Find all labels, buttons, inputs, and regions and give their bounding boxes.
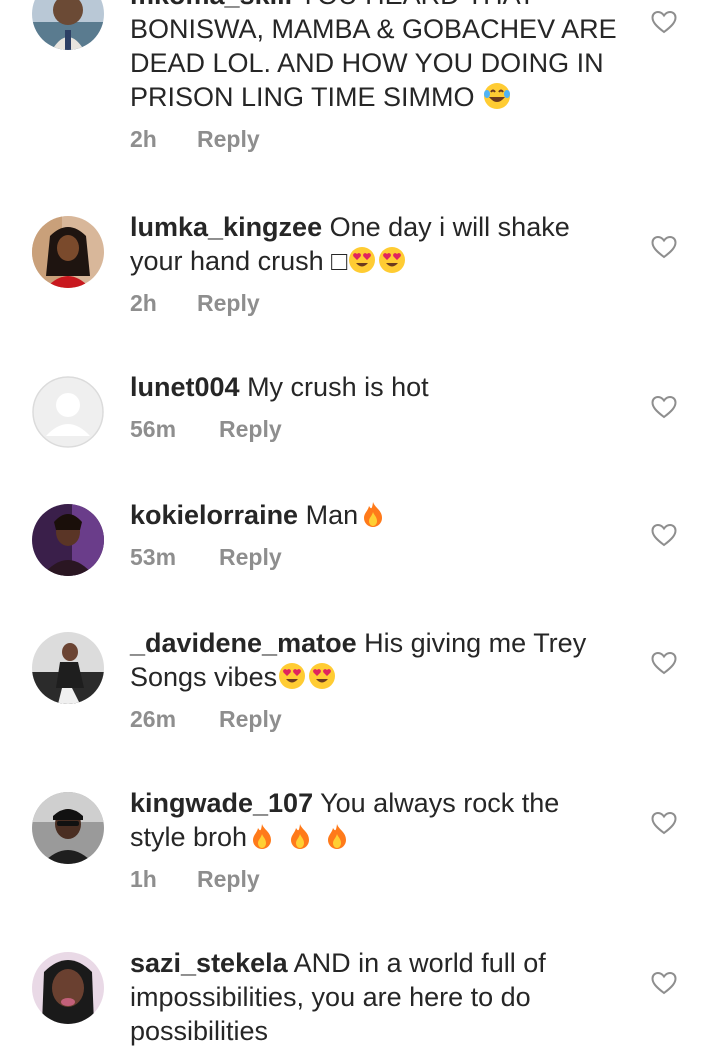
avatar[interactable] xyxy=(32,504,104,576)
comment-message: My crush is hot xyxy=(247,372,429,402)
comment-username[interactable]: sazi_stekela xyxy=(130,948,288,978)
comment-username[interactable]: kingwade_107 xyxy=(130,788,313,818)
reply-button[interactable]: Reply xyxy=(219,416,282,443)
comment-time: 53m xyxy=(130,544,177,570)
avatar[interactable] xyxy=(32,216,104,288)
fire-emoji-icon xyxy=(286,822,314,850)
comment-text: kingwade_107 You always rock the style b… xyxy=(130,786,620,854)
comment-username[interactable]: kokielorraine xyxy=(130,500,298,530)
comment-time: 2h xyxy=(130,290,157,316)
comment-time: 26m xyxy=(130,706,177,732)
comment-message: Man xyxy=(305,500,359,530)
fire-emoji-icon xyxy=(323,822,351,850)
avatar[interactable] xyxy=(32,952,104,1024)
reply-button[interactable]: Reply xyxy=(219,544,282,571)
avatar[interactable] xyxy=(32,792,104,864)
comment-text: sazi_stekela AND in a world full of impo… xyxy=(130,946,620,1048)
reply-button[interactable]: Reply xyxy=(197,866,260,893)
fire-emoji-icon xyxy=(248,822,276,850)
heart-eyes-emoji-icon xyxy=(378,246,406,274)
reply-button[interactable]: Reply xyxy=(197,126,260,153)
comment-username[interactable]: _davidene_matoe xyxy=(130,628,357,658)
heart-outline-icon[interactable] xyxy=(651,811,677,835)
comment-meta: 2h Reply xyxy=(130,126,620,153)
comment-time: 56m xyxy=(130,416,177,442)
comment-username[interactable]: mkoma_skill xyxy=(130,0,292,10)
comment-message: YOU HEARD THAT BONISWA, MAMBA & GOBACHEV… xyxy=(130,0,617,112)
reply-button[interactable]: Reply xyxy=(197,290,260,317)
comment-meta: 2h Reply xyxy=(130,290,620,317)
comment-meta: 56m Reply xyxy=(130,416,620,443)
comment-time: 1h xyxy=(130,866,157,892)
comment-meta: 26m Reply xyxy=(130,706,620,733)
fire-emoji-icon xyxy=(359,500,387,528)
heart-outline-icon[interactable] xyxy=(651,971,677,995)
avatar[interactable] xyxy=(32,376,104,448)
comment-text: kokielorraine Man xyxy=(130,498,620,532)
comment-text: _davidene_matoe His giving me Trey Songs… xyxy=(130,626,620,694)
comment-username[interactable]: lumka_kingzee xyxy=(130,212,322,242)
comment-text: lumka_kingzee One day i will shake your … xyxy=(130,210,620,278)
heart-outline-icon[interactable] xyxy=(651,523,677,547)
comment-text: lunet004 My crush is hot xyxy=(130,370,620,404)
reply-button[interactable]: Reply xyxy=(219,706,282,733)
heart-eyes-emoji-icon xyxy=(278,662,306,690)
comment-meta: 1h Reply xyxy=(130,866,620,893)
heart-outline-icon[interactable] xyxy=(651,651,677,675)
avatar[interactable] xyxy=(32,0,104,50)
comment-time: 2h xyxy=(130,126,157,152)
laughing-tears-emoji-icon xyxy=(483,82,511,110)
comment-meta: 53m Reply xyxy=(130,544,620,571)
heart-eyes-emoji-icon xyxy=(308,662,336,690)
heart-outline-icon[interactable] xyxy=(651,235,677,259)
heart-outline-icon[interactable] xyxy=(651,395,677,419)
heart-outline-icon[interactable] xyxy=(651,10,677,34)
heart-eyes-emoji-icon xyxy=(348,246,376,274)
comment-text: mkoma_skill YOU HEARD THAT BONISWA, MAMB… xyxy=(130,0,620,114)
comment-username[interactable]: lunet004 xyxy=(130,372,240,402)
avatar[interactable] xyxy=(32,632,104,704)
